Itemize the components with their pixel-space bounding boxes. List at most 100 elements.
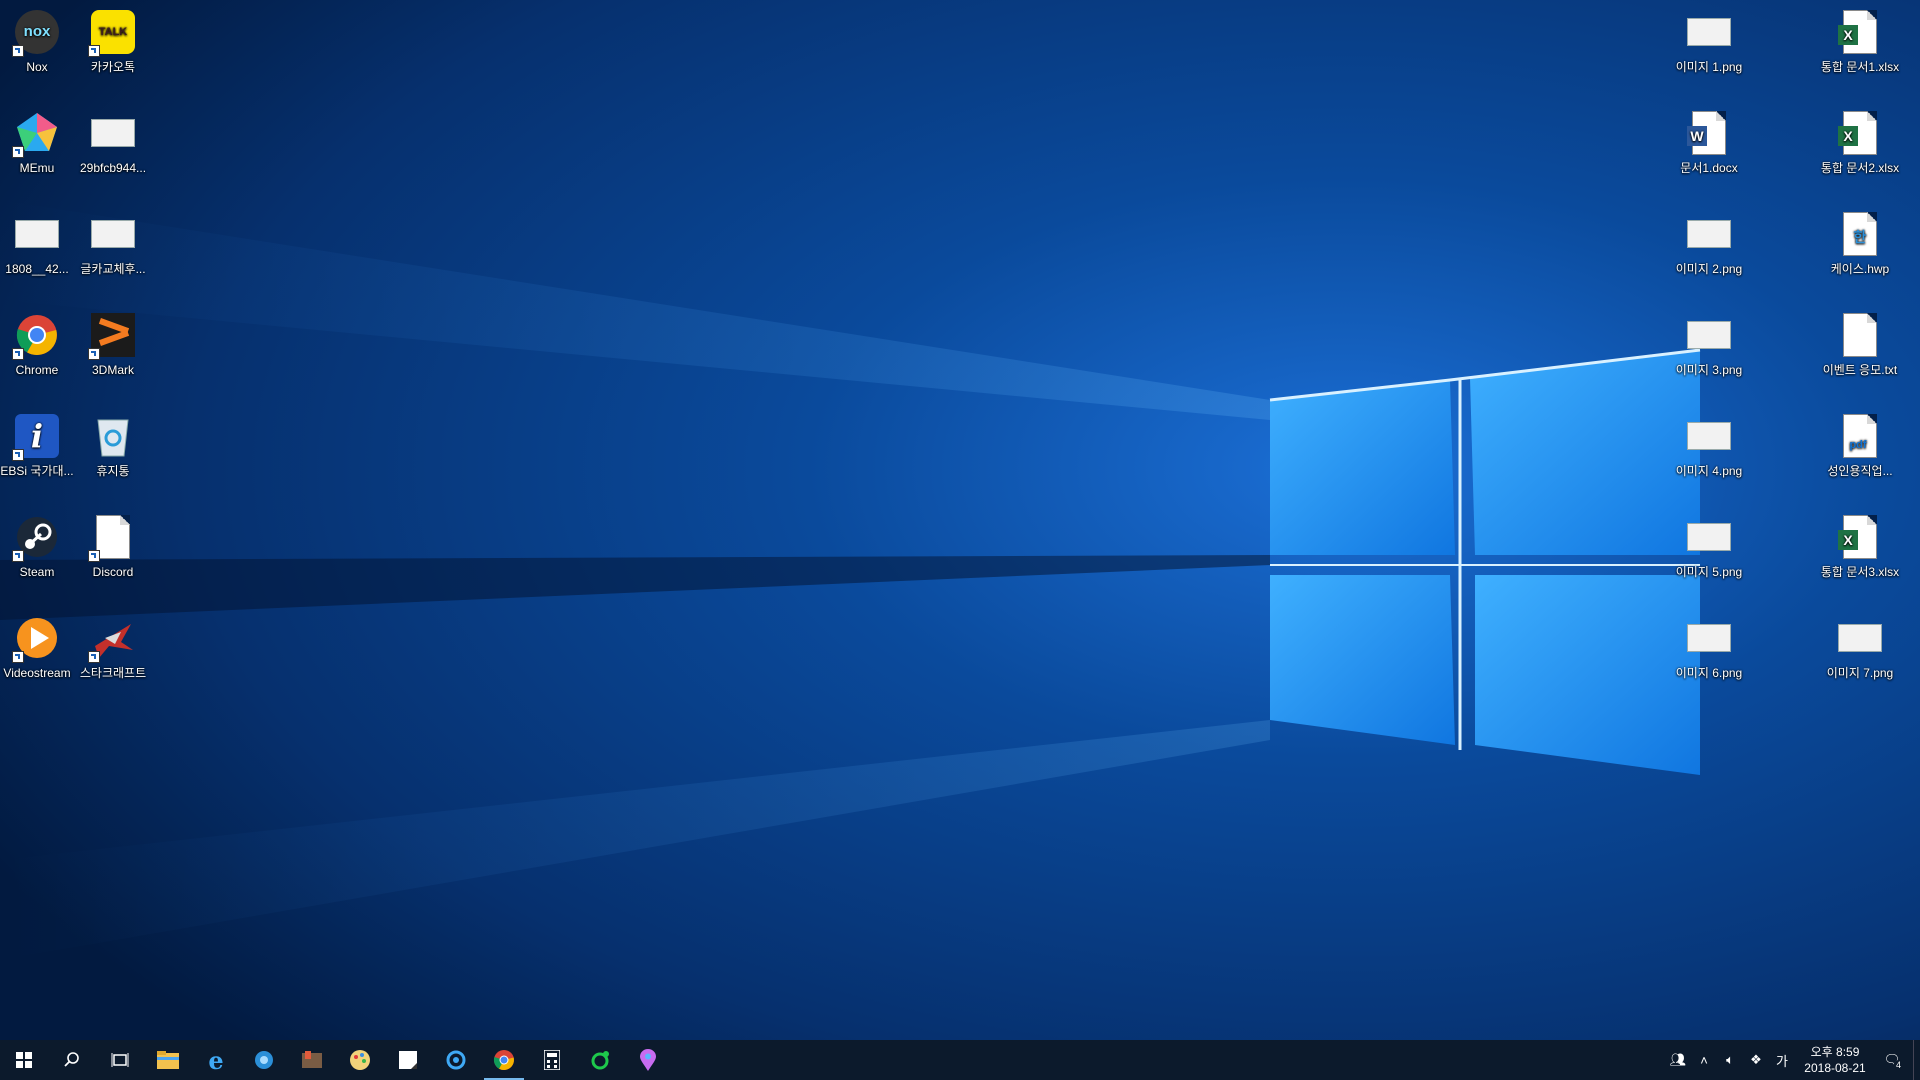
excel-icon: X xyxy=(1834,6,1886,58)
word-icon: W xyxy=(1683,107,1735,159)
image-thumbnail-icon xyxy=(1683,511,1735,563)
clock[interactable]: 오후 8:59 2018-08-21 xyxy=(1795,1044,1875,1076)
clock-date: 2018-08-21 xyxy=(1804,1061,1866,1075)
image-thumbnail-icon xyxy=(87,107,139,159)
app-icon xyxy=(302,1051,322,1068)
desktop-icon-label: 케이스.hwp xyxy=(1830,262,1890,276)
shortcut-arrow-icon xyxy=(12,651,24,663)
shortcut-arrow-icon xyxy=(12,146,24,158)
chrome-icon xyxy=(493,1050,514,1070)
desktop-icon-right-8[interactable]: 이벤트 응모.txt xyxy=(1818,305,1902,378)
desktop-icon-left-5[interactable]: 1808__42... xyxy=(0,204,79,277)
taskbar-browser[interactable] xyxy=(432,1040,480,1080)
desktop-icon-left-13[interactable]: Videostream xyxy=(0,608,79,681)
desktop-icon-right-14[interactable]: 이미지 7.png xyxy=(1818,608,1902,681)
desktop-icon-label: 문서1.docx xyxy=(1680,161,1738,175)
desktop-icon-right-3[interactable]: W 문서1.docx xyxy=(1667,103,1751,176)
desktop-icon-label: 이미지 4.png xyxy=(1675,464,1743,478)
image-thumbnail-icon xyxy=(87,208,139,260)
desktop-icon-right-12[interactable]: X 통합 문서3.xlsx xyxy=(1818,507,1902,580)
desktop-icon-left-8[interactable]: 3DMark xyxy=(71,305,155,378)
pdf-icon: pdf xyxy=(1834,410,1886,462)
desktop-icon-label: 3DMark xyxy=(91,363,134,377)
desktop-icon-label: Videostream xyxy=(3,666,71,680)
desktop-icon-right-10[interactable]: pdf 성인용직업... xyxy=(1818,406,1902,479)
desktop-icon-label: Discord xyxy=(92,565,134,579)
desktop-icon-left-14[interactable]: 스타크래프트 xyxy=(71,608,155,681)
action-center-button[interactable]: 🗨︎ 4 xyxy=(1875,1052,1909,1070)
desktop-icon-label: 이벤트 응모.txt xyxy=(1822,363,1898,377)
image-thumbnail-icon xyxy=(1683,309,1735,361)
desktop-icon-label: 이미지 5.png xyxy=(1675,565,1743,579)
volume-button[interactable]: 🔈︎ xyxy=(1717,1052,1743,1068)
notification-count: 4 xyxy=(1893,1060,1903,1070)
taskbar-edge-legacy[interactable] xyxy=(240,1040,288,1080)
desktop-icon-left-11[interactable]: Steam xyxy=(0,507,79,580)
desktop-icon-left-10[interactable]: 휴지통 xyxy=(71,406,155,479)
desktop-icon-right-13[interactable]: 이미지 6.png xyxy=(1667,608,1751,681)
ime-indicator[interactable]: 가 xyxy=(1769,1051,1795,1070)
chrome-icon xyxy=(11,309,63,361)
desktop-icon-right-4[interactable]: X 통합 문서2.xlsx xyxy=(1818,103,1902,176)
shortcut-arrow-icon xyxy=(88,348,100,360)
3dmark-icon xyxy=(87,309,139,361)
task-view-button[interactable] xyxy=(96,1040,144,1080)
desktop-icon-right-5[interactable]: 이미지 2.png xyxy=(1667,204,1751,277)
taskbar-paint[interactable] xyxy=(336,1040,384,1080)
taskbar-chrome[interactable] xyxy=(480,1040,528,1080)
image-thumbnail-icon xyxy=(1834,612,1886,664)
people-icon: 👥︎ xyxy=(1669,1052,1687,1067)
image-thumbnail-icon xyxy=(1683,208,1735,260)
calculator-icon xyxy=(544,1050,560,1070)
taskbar-sticky-notes[interactable] xyxy=(384,1040,432,1080)
videostream-icon xyxy=(11,612,63,664)
desktop-icon-label: 이미지 7.png xyxy=(1826,666,1894,680)
desktop-icon-label: 이미지 1.png xyxy=(1675,60,1743,74)
taskbar-internet-explorer[interactable]: e xyxy=(192,1040,240,1080)
desktop-icon-label: Chrome xyxy=(15,363,59,377)
desktop-icon-left-7[interactable]: Chrome xyxy=(0,305,79,378)
discord-file-icon xyxy=(87,511,139,563)
show-hidden-icons-button[interactable]: ˄ xyxy=(1691,1053,1717,1068)
desktop-icon-label: 이미지 2.png xyxy=(1675,262,1743,276)
taskbar-file-explorer[interactable] xyxy=(144,1040,192,1080)
show-desktop-button[interactable] xyxy=(1913,1040,1920,1080)
system-tray: 👥︎ ˄ 🔈︎ ❖ 가 오후 8:59 2018-08-21 🗨︎ 4 xyxy=(1665,1040,1920,1080)
shortcut-arrow-icon xyxy=(12,348,24,360)
desktop-icon-left-2[interactable]: TALK 카카오톡 xyxy=(71,2,155,75)
sticky-notes-icon xyxy=(399,1051,417,1069)
desktop-icon-left-9[interactable]: i EBSi 국가대... xyxy=(0,406,79,479)
taskbar-calculator[interactable] xyxy=(528,1040,576,1080)
desktop-icon-right-9[interactable]: 이미지 4.png xyxy=(1667,406,1751,479)
desktop-icon-right-1[interactable]: 이미지 1.png xyxy=(1667,2,1751,75)
taskbar-maps[interactable] xyxy=(624,1040,672,1080)
search-button[interactable] xyxy=(48,1040,96,1080)
desktop-icon-left-3[interactable]: MEmu xyxy=(0,103,79,176)
taskbar-app[interactable] xyxy=(288,1040,336,1080)
dropbox-button[interactable]: ❖ xyxy=(1743,1052,1769,1068)
search-icon xyxy=(64,1052,79,1067)
maps-icon xyxy=(640,1049,656,1071)
desktop-icon-left-12[interactable]: Discord xyxy=(71,507,155,580)
desktop-icon-right-11[interactable]: 이미지 5.png xyxy=(1667,507,1751,580)
start-button[interactable] xyxy=(0,1040,48,1080)
desktop-icon-right-6[interactable]: 한케이스.hwp xyxy=(1818,204,1902,277)
people-button[interactable]: 👥︎ xyxy=(1665,1052,1691,1068)
desktop-icon-left-6[interactable]: 글카교체후... xyxy=(71,204,155,277)
desktop-icon-left-4[interactable]: 29bfcb944... xyxy=(71,103,155,176)
shortcut-arrow-icon xyxy=(12,550,24,562)
taskbar: e 👥︎ ˄ 🔈︎ ❖ 가 오후 8:59 2018-08-21 🗨︎ 4 xyxy=(0,1040,1920,1080)
clock-time: 오후 8:59 xyxy=(1810,1045,1860,1059)
image-thumbnail-icon xyxy=(1683,410,1735,462)
starcraft-icon xyxy=(87,612,139,664)
hwp-icon: 한 xyxy=(1834,208,1886,260)
desktop-icon-right-7[interactable]: 이미지 3.png xyxy=(1667,305,1751,378)
image-thumbnail-icon xyxy=(11,208,63,260)
desktop-icon-label: 1808__42... xyxy=(5,262,69,276)
image-thumbnail-icon xyxy=(1683,6,1735,58)
desktop-icon-left-1[interactable]: nox Nox xyxy=(0,2,79,75)
taskbar-green-app[interactable] xyxy=(576,1040,624,1080)
desktop-icon-label: 29bfcb944... xyxy=(79,161,147,175)
image-thumbnail-icon xyxy=(1683,612,1735,664)
desktop-icon-right-2[interactable]: X 통합 문서1.xlsx xyxy=(1818,2,1902,75)
